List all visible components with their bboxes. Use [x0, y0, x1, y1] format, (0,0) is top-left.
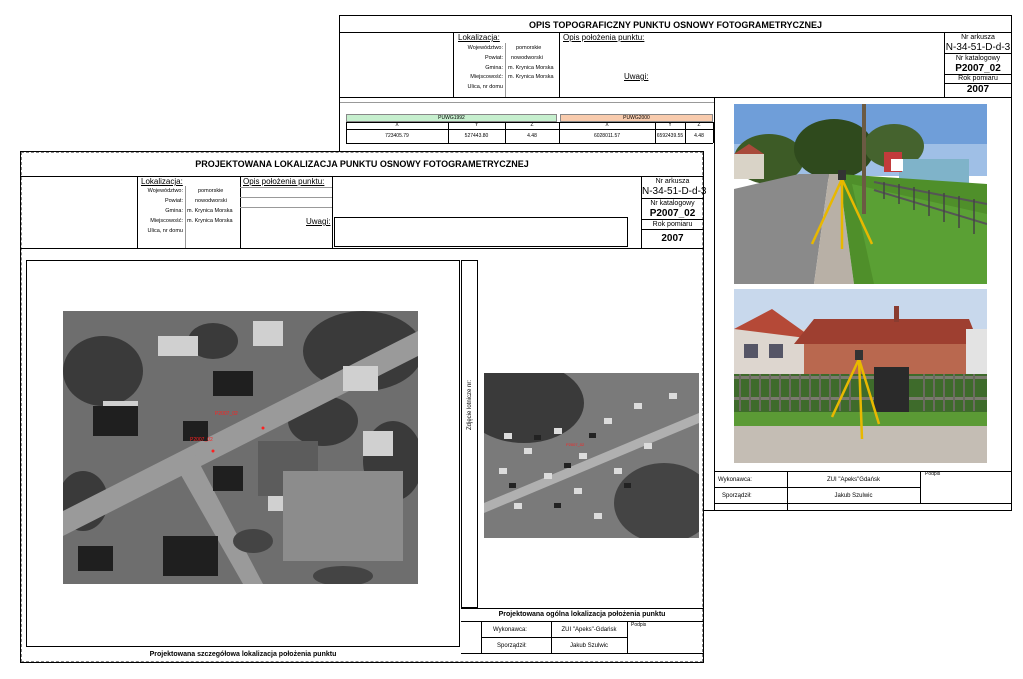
back-nr-katalogowy-label: Nr katalogowy: [955, 55, 1001, 62]
szczegolowa-caption: Projektowana szczegółowa lokalizacja poł…: [149, 651, 337, 658]
front-sporzadzil: Jakub Szulwic: [569, 643, 608, 649]
front-opis-label: Opis położenia punktu:: [243, 177, 325, 186]
front-sheet: PROJEKTOWANA LOKALIZACJA PUNKTU OSNOWY F…: [20, 151, 707, 663]
coord-header: X: [395, 122, 399, 128]
back-opis-label: Opis położenia punktu:: [563, 33, 645, 42]
coord-value: 4.48: [694, 133, 704, 139]
back-sheet-title: OPIS TOPOGRAFICZNY PUNKTU OSNOWY FOTOGRA…: [528, 20, 823, 30]
front-uwagi-label: Uwagi:: [306, 217, 331, 226]
house-photo: [734, 289, 987, 463]
front-field-value: nowodworski: [195, 198, 227, 204]
front-wykonawca-label: Wykonawca:: [493, 627, 527, 633]
back-nr-arkusza-label: Nr arkusza: [961, 34, 995, 41]
back-field-value: pomorskie: [516, 45, 542, 51]
back-field-label: Miejscowość:: [470, 74, 503, 80]
coord-header: Y: [474, 122, 479, 128]
street-photo: [734, 104, 987, 284]
coord-header: Y: [668, 122, 672, 128]
coord-header: X: [605, 122, 609, 128]
back-sporzadzil: Jakub Szulwic: [834, 493, 873, 499]
back-field-label: Gmina:: [485, 65, 503, 71]
front-field-label: Województwo:: [147, 188, 183, 194]
front-nr-arkusza: N-34-51-D-d-3: [642, 186, 707, 197]
front-nr-katalogowy-label: Nr katalogowy: [650, 200, 695, 207]
back-field-value: m. Krynica Morska: [508, 74, 554, 80]
back-field-value: nowodworski: [511, 55, 543, 61]
zdjecie-label: Zdjęcie lotnicze nr:: [467, 379, 473, 431]
coord-header: Z: [530, 122, 534, 128]
front-sheet-title: PROJEKTOWANA LOKALIZACJA PUNKTU OSNOWY F…: [195, 159, 529, 169]
front-wykonawca: ZUI "Apeks"-Gdańsk: [561, 627, 617, 633]
back-field-label: Województwo:: [467, 45, 503, 51]
map-label-2: P2007_02: [190, 437, 213, 443]
map-label-1: P2007_02: [215, 411, 238, 417]
back-field-label: Powiat:: [484, 55, 503, 61]
coord-value: 6028011.57: [593, 133, 621, 139]
uwagi-field[interactable]: [334, 217, 628, 247]
front-nr-katalogowy: P2007_02: [649, 208, 696, 219]
front-field-label: Ulica, nr domu: [147, 228, 183, 234]
front-rok-pomiaru-label: Rok pomiaru: [652, 221, 693, 228]
coord-header: Z: [697, 122, 701, 128]
front-field-value: pomorskie: [198, 188, 224, 194]
front-lokalizacja-label: Lokalizacja:: [141, 177, 183, 186]
back-wykonawca: ZUI "Apeks"Gdańsk: [827, 477, 880, 483]
front-nr-arkusza-label: Nr arkusza: [655, 178, 690, 185]
back-rok-pomiaru: 2007: [966, 84, 990, 95]
detailed-aerial-photo: P2007_02 P2007_02: [63, 311, 418, 584]
front-field-value: m. Krynica Morska: [187, 208, 233, 214]
puwg2000-header: PUWG2000: [560, 114, 713, 122]
coord-value: 527443.80: [464, 133, 489, 139]
back-wykonawca-label: Wykonawca:: [718, 477, 752, 483]
back-field-value: m. Krynica Morska: [508, 65, 554, 71]
back-rok-pomiaru-label: Rok pomiaru: [958, 75, 998, 82]
coord-value: 723405.79: [385, 133, 409, 139]
back-nr-arkusza: N-34-51-D-d-3: [945, 42, 1011, 53]
back-podpis-label: Podpis: [925, 471, 941, 477]
back-field-label: Ulica, nr domu: [467, 84, 503, 90]
general-aerial-photo: P2007_02: [484, 373, 699, 538]
front-field-label: Powiat:: [164, 198, 183, 204]
front-rok-pomiaru: 2007: [661, 233, 684, 244]
front-field-label: Miejscowość:: [150, 218, 183, 224]
back-uwagi-label: Uwagi:: [624, 72, 649, 81]
front-field-value: m. Krynica Morska: [187, 218, 233, 224]
back-lokalizacja-label: Lokalizacja:: [458, 33, 500, 42]
ogolna-caption: Projektowana ogólna lokalizacja położeni…: [498, 611, 666, 618]
front-sporzadzil-label: Sporządził:: [497, 643, 527, 649]
front-field-label: Gmina:: [165, 208, 183, 214]
front-podpis-label: Podpis: [631, 622, 647, 628]
back-sporzadzil-label: Sporządził:: [722, 493, 752, 499]
puwg1992-header: PUWG1992: [346, 114, 557, 122]
coord-value: 4.48: [527, 133, 537, 139]
map-label-3: P2007_02: [566, 442, 585, 447]
back-nr-katalogowy: P2007_02: [955, 63, 1001, 74]
coord-value: 6592439.55: [656, 133, 684, 139]
